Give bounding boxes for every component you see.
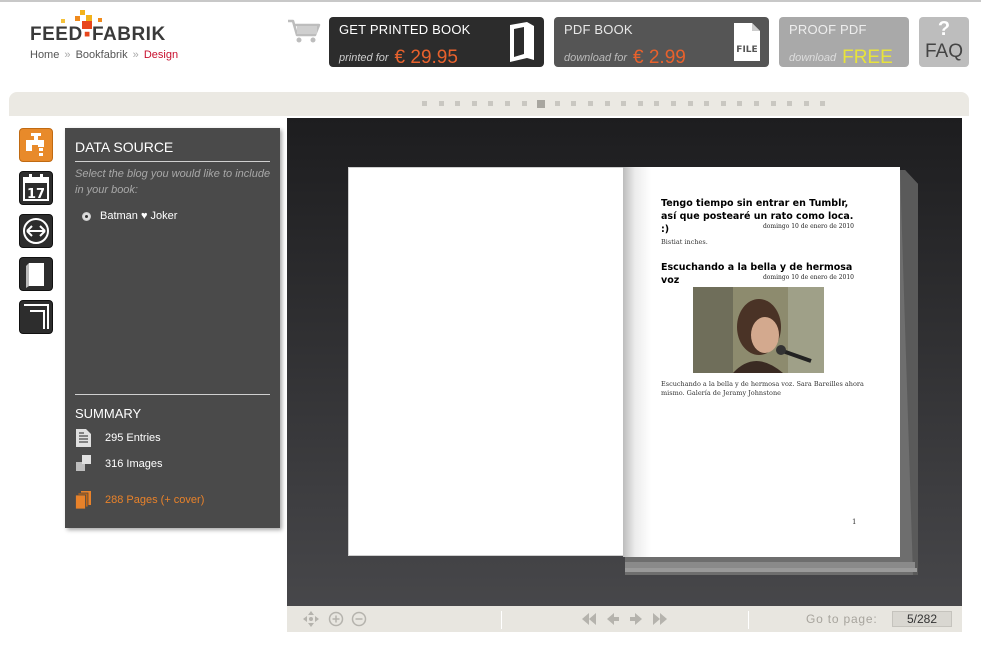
file-icon: FILE [732,21,762,63]
page-dot[interactable] [571,101,577,106]
get-printed-book-button[interactable]: GET PRINTED BOOK printed for € 29.95 [329,17,544,68]
page-dot[interactable] [637,101,643,106]
data-source-panel: DATA SOURCE Select the blog you would li… [65,128,280,528]
divider [75,394,270,395]
post-photo [693,287,824,373]
post-date: domingo 10 de enero de 2010 [762,223,854,230]
go-to-page-input[interactable]: 5/282 [892,611,952,627]
page-number: 1 [852,518,857,526]
page-dot[interactable] [588,101,593,106]
svg-text:FILE: FILE [736,45,757,55]
page-dot[interactable] [438,101,444,106]
question-icon: ? [937,18,951,40]
post-caption: Escuchando a la bella y de hermosa voz. … [661,380,864,397]
page-dot[interactable] [704,101,710,106]
faq-button[interactable]: ? FAQ [919,17,969,67]
page-dot[interactable] [505,101,510,106]
page-dot[interactable] [737,101,743,106]
book-icon [26,263,44,288]
breadcrumb-bookfabrik[interactable]: Bookfabrik [76,49,128,61]
corner-frame-icon [24,304,49,329]
faucet-icon [26,133,44,156]
proof-pdf-sub: download [789,52,837,64]
book-page-left[interactable] [348,167,624,556]
printed-book-title: GET PRINTED BOOK [339,22,471,37]
page-dot[interactable] [422,101,427,106]
feedfabrik-logo[interactable]: FEED▪FABRIK [30,10,180,45]
zoom-out-icon[interactable] [351,611,367,627]
divider [75,161,270,162]
pdf-book-title: PDF BOOK [564,22,633,37]
post-body: Bistiat inches. [661,238,708,246]
arrows-horizontal-icon [23,218,49,244]
svg-text:17: 17 [27,187,45,202]
go-to-page-label: Go to page: [806,612,878,626]
proof-pdf-button[interactable]: PROOF PDF download FREE [779,17,909,68]
post-title: Tengo tiempo sin entrar en Tumblr, así q… [661,198,854,235]
blog-radio[interactable] [82,212,91,221]
pages-icon [75,491,91,510]
post-date: domingo 10 de enero de 2010 [762,274,854,281]
blog-option-label[interactable]: Batman ♥ Joker [100,210,177,222]
previous-page-icon[interactable] [605,611,621,627]
toolbar-divider [501,611,502,629]
page-dot[interactable] [488,101,494,106]
toolbar-divider [748,611,749,629]
page-dot[interactable] [770,101,776,106]
zoom-in-icon[interactable] [328,611,344,627]
page-dot[interactable] [671,101,676,106]
proof-pdf-price: FREE [842,47,893,68]
page-dot[interactable] [521,101,527,106]
breadcrumb-home[interactable]: Home [30,49,59,61]
pdf-book-sub: download for [564,52,627,64]
calendar-icon: 17 [23,174,49,202]
data-source-heading: DATA SOURCE [75,139,174,155]
faq-label: FAQ [924,41,963,62]
cart-icon[interactable] [287,18,321,44]
page-dot[interactable] [687,101,693,106]
page-dot[interactable] [720,101,726,106]
top-border [0,0,981,2]
data-source-hint: Select the blog you would like to includ… [75,168,271,196]
page-dot[interactable] [621,101,627,106]
page-navigation-dots [9,92,969,116]
page-dot[interactable] [787,101,793,106]
printed-book-price: € 29.95 [394,47,458,68]
breadcrumb: Home » Bookfabrik » Design [30,49,179,61]
page-dot[interactable] [455,101,461,106]
page-dot[interactable] [471,101,477,106]
page-dot[interactable] [820,101,826,106]
images-icon [76,455,91,471]
last-page-icon[interactable] [652,611,668,627]
book-page-right[interactable]: Tengo tiempo sin entrar en Tumblr, así q… [623,167,900,557]
page-dot[interactable] [803,101,809,106]
viewer-toolbar: Go to page: 5/282 [287,606,962,632]
data-source-tool[interactable] [19,128,53,162]
layout-tool[interactable] [19,214,53,248]
page-dot[interactable] [536,100,545,108]
move-icon[interactable] [303,611,319,627]
page-dot[interactable] [604,101,610,106]
date-range-tool[interactable]: 17 [19,171,53,205]
book-icon [507,21,537,63]
first-page-icon[interactable] [581,611,597,627]
document-icon [76,429,91,447]
printed-book-sub: printed for [339,52,389,64]
breadcrumb-current: Design [143,49,179,61]
format-tool[interactable] [19,300,53,334]
pdf-book-price: € 2.99 [633,47,686,68]
summary-heading: SUMMARY [75,406,142,421]
pdf-book-button[interactable]: PDF BOOK download for € 2.99 FILE [554,17,769,68]
logo-wordmark: FEED▪FABRIK [30,24,166,45]
page-dot[interactable] [754,101,759,106]
next-page-icon[interactable] [628,611,644,627]
cover-tool[interactable] [19,257,53,291]
page-dot[interactable] [554,101,560,106]
page-dot[interactable] [654,101,660,106]
proof-pdf-title: PROOF PDF [789,22,867,37]
